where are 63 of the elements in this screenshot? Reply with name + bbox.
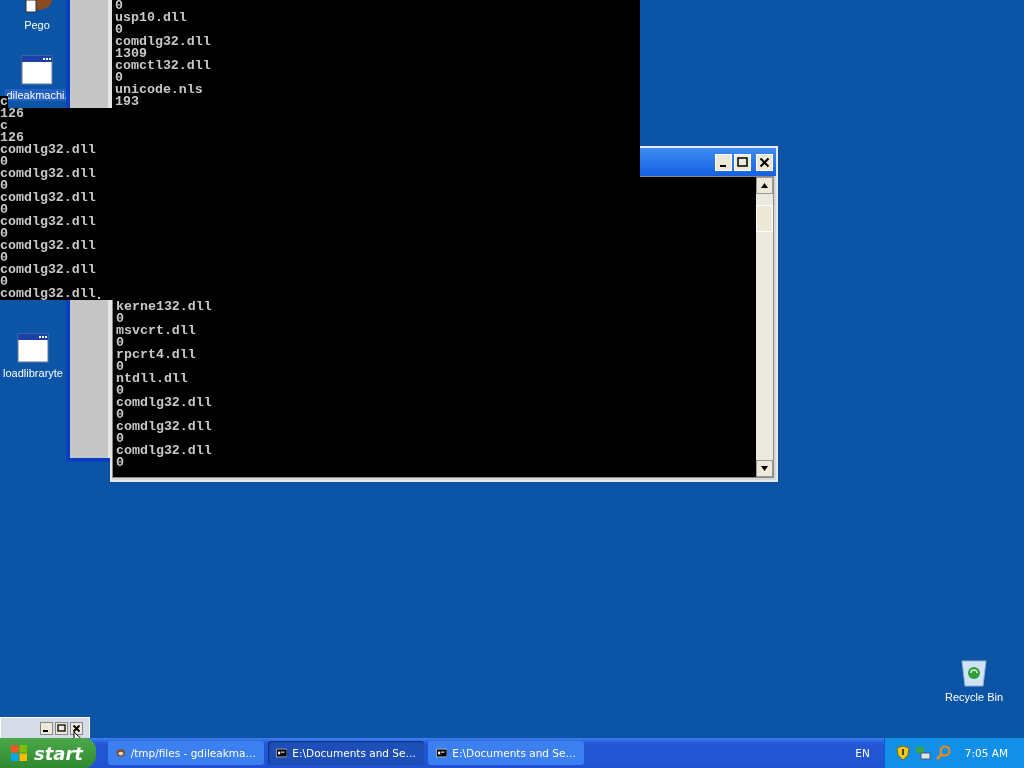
- scroll-up-icon[interactable]: [756, 177, 773, 194]
- scrollbar[interactable]: [756, 177, 773, 477]
- start-button[interactable]: start: [0, 738, 96, 768]
- console-line: 0: [0, 204, 8, 216]
- console-line: 193: [115, 96, 140, 108]
- console-line: 0: [116, 361, 124, 373]
- console-line: 1309: [115, 48, 147, 60]
- console-line: comdlg32.dll: [0, 288, 96, 300]
- console-line: comdlg32.dll: [116, 445, 213, 457]
- windows-logo-icon: [10, 744, 28, 762]
- taskbar-button[interactable]: E:\Documents and Se…: [428, 741, 584, 765]
- language-indicator[interactable]: EN: [855, 747, 870, 759]
- close-icon[interactable]: [70, 721, 83, 735]
- console-line: comdlg32.dll: [0, 168, 96, 180]
- console-line: c: [0, 120, 8, 132]
- icon-label[interactable]: Recycle Bin: [943, 691, 1005, 703]
- minimize-icon[interactable]: [40, 721, 53, 735]
- text-cursor: [98, 297, 100, 299]
- console-line: 126: [0, 108, 24, 120]
- console-line: comdlg32.dll: [116, 397, 213, 409]
- console-line: 0: [115, 24, 123, 36]
- console-line: 0: [116, 433, 124, 445]
- console-line: 0: [116, 385, 124, 397]
- console-icon: [276, 747, 288, 759]
- console-line: comdlg32.dll: [116, 421, 213, 433]
- shield-icon[interactable]: [894, 745, 911, 761]
- console-icon: [436, 747, 448, 759]
- console-line: 0: [0, 180, 8, 192]
- icon-label[interactable]: Pego: [23, 19, 51, 31]
- console-line: comdlg32.dll: [0, 192, 96, 204]
- scroll-down-icon[interactable]: [756, 460, 773, 477]
- network-icon[interactable]: [914, 745, 931, 761]
- console-line: kerne132.dll: [116, 301, 213, 313]
- console-line: comdlg32.dll: [0, 216, 96, 228]
- clock[interactable]: 7:05 AM: [964, 747, 1008, 759]
- console-line: 0: [115, 72, 123, 84]
- window-icon[interactable]: [17, 332, 49, 364]
- console-line: usp10.dll: [115, 12, 188, 24]
- console-line: comdlg32.dll: [0, 240, 96, 252]
- console-line: rpcrt4.dll: [116, 349, 197, 361]
- console-line: 0: [116, 313, 124, 325]
- icon-label[interactable]: loadlibraryte: [2, 367, 64, 379]
- console-line: comdlg32.dll: [115, 36, 212, 48]
- console-line: unicode.nls: [115, 84, 204, 96]
- console-line: 0: [116, 337, 124, 349]
- window-icon[interactable]: [21, 54, 53, 86]
- console-line: msvcrt.dll: [116, 325, 197, 337]
- console-line: comctl32.dll: [115, 60, 212, 72]
- scroll-thumb[interactable]: [756, 205, 773, 232]
- console-line: 0: [115, 0, 123, 12]
- taskbar-button[interactable]: E:\Documents and Se…: [268, 741, 424, 765]
- console-line: 0: [0, 228, 8, 240]
- console-line: 126: [0, 132, 24, 144]
- console-line: 0: [0, 156, 8, 168]
- console-line: 0: [0, 276, 8, 288]
- console-line: 0: [0, 252, 8, 264]
- maximize-icon[interactable]: [55, 721, 68, 735]
- console-line: ntdll.dll: [116, 373, 189, 385]
- console-line: comdlg32.dll: [0, 144, 96, 156]
- taskbar-button[interactable]: /tmp/files - gdileakma…: [108, 741, 264, 765]
- console-line: 0: [116, 409, 124, 421]
- console-line: comdlg32.dll: [0, 264, 96, 276]
- console-line: 0: [116, 457, 124, 469]
